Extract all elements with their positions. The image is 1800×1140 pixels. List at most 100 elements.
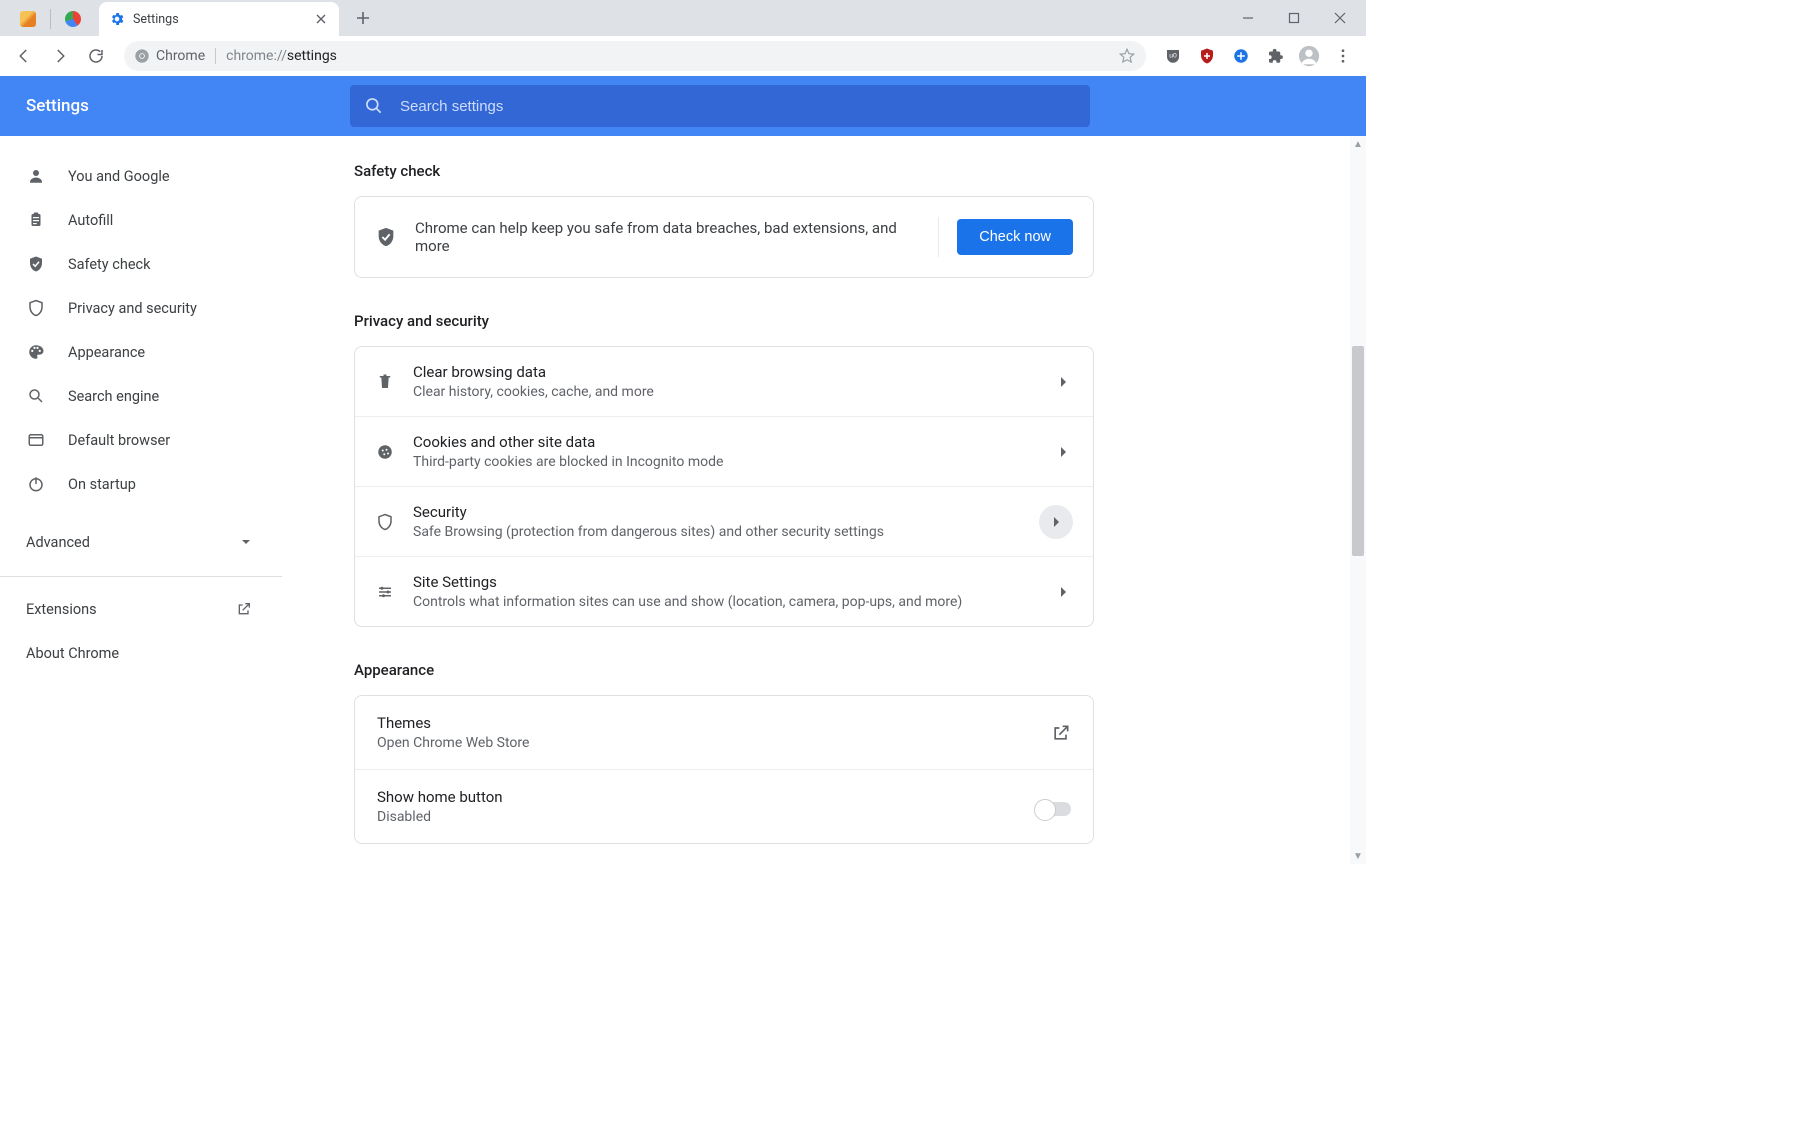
scrollbar-thumb[interactable]: [1352, 346, 1364, 556]
search-icon: [364, 96, 384, 116]
row-title: Site Settings: [413, 573, 1053, 591]
row-sub: Open Chrome Web Store: [377, 735, 1051, 751]
extension-ublock-icon[interactable]: u0: [1162, 45, 1184, 67]
sidebar-item-label: Safety check: [68, 256, 150, 273]
shield-icon: [26, 299, 46, 317]
page-title: Settings: [0, 96, 350, 116]
sidebar-item-privacy[interactable]: Privacy and security: [0, 286, 282, 330]
extension-circle-blue-icon[interactable]: [1230, 45, 1252, 67]
chevron-right-icon: [1053, 447, 1073, 457]
section-title-safety: Safety check: [354, 162, 1094, 180]
row-cookies[interactable]: Cookies and other site dataThird-party c…: [355, 416, 1093, 486]
pinned-separator: [50, 9, 51, 29]
row-sub: Clear history, cookies, cache, and more: [413, 384, 1053, 400]
settings-sidebar: You and Google Autofill Safety check Pri…: [0, 136, 282, 864]
browser-icon: [26, 431, 46, 449]
row-sub: Disabled: [377, 809, 1037, 825]
scroll-down-icon[interactable]: ▼: [1350, 848, 1366, 864]
profile-avatar-icon[interactable]: [1298, 45, 1320, 67]
row-site-settings[interactable]: Site Settings Controls what information s…: [355, 556, 1093, 626]
sidebar-item-label: Privacy and security: [68, 300, 197, 317]
site-chip-label: Chrome: [156, 48, 205, 64]
open-external-icon: [236, 601, 252, 617]
omnibox-sep: [215, 48, 216, 64]
chevron-right-icon: [1053, 377, 1073, 387]
favicon-pin-2: [65, 11, 81, 27]
reload-button[interactable]: [80, 40, 112, 72]
tab-title: Settings: [133, 12, 179, 27]
window-maximize[interactable]: [1280, 4, 1308, 32]
chevron-right-icon: [1053, 587, 1073, 597]
window-minimize[interactable]: [1234, 4, 1262, 32]
sidebar-advanced-toggle[interactable]: Advanced: [0, 520, 282, 564]
extensions-puzzle-icon[interactable]: [1264, 45, 1286, 67]
close-tab-icon[interactable]: [313, 11, 329, 27]
trash-icon: [375, 373, 395, 391]
about-label: About Chrome: [26, 645, 119, 662]
sidebar-item-autofill[interactable]: Autofill: [0, 198, 282, 242]
row-title: Security: [413, 503, 1039, 521]
sidebar-item-default-browser[interactable]: Default browser: [0, 418, 282, 462]
sidebar-extensions-link[interactable]: Extensions: [0, 587, 282, 631]
bookmark-star-icon[interactable]: [1118, 47, 1136, 65]
section-title-appearance: Appearance: [354, 661, 1094, 679]
omnibox[interactable]: Chrome chrome://settings: [124, 41, 1146, 71]
url-scheme: chrome://: [226, 48, 287, 64]
tab-strip: Settings: [0, 0, 1366, 36]
sidebar-item-label: On startup: [68, 476, 136, 493]
check-now-button[interactable]: Check now: [957, 219, 1073, 255]
extensions-label: Extensions: [26, 601, 97, 618]
favicon-pin-1: [20, 11, 36, 27]
safety-check-card: Chrome can help keep you safe from data …: [354, 196, 1094, 278]
scroll-up-icon[interactable]: ▲: [1350, 136, 1366, 152]
cookie-icon: [375, 443, 395, 461]
row-show-home-button[interactable]: Show home button Disabled: [355, 769, 1093, 843]
sidebar-item-label: Autofill: [68, 212, 113, 229]
row-security[interactable]: Security Safe Browsing (protection from d…: [355, 486, 1093, 556]
content-area: Safety check Chrome can help keep you sa…: [282, 136, 1366, 864]
search-icon: [26, 387, 46, 405]
sidebar-item-on-startup[interactable]: On startup: [0, 462, 282, 506]
row-sub: Safe Browsing (protection from dangerous…: [413, 524, 1039, 540]
sidebar-item-appearance[interactable]: Appearance: [0, 330, 282, 374]
row-themes[interactable]: ThemesOpen Chrome Web Store: [355, 696, 1093, 769]
pinned-tab-2[interactable]: [59, 5, 87, 33]
divider: [938, 217, 939, 257]
power-icon: [26, 475, 46, 493]
sidebar-about-link[interactable]: About Chrome: [0, 631, 282, 675]
row-title: Cookies and other site data: [413, 433, 1053, 451]
home-button-toggle[interactable]: [1037, 802, 1071, 816]
advanced-label: Advanced: [26, 534, 90, 551]
search-settings-box[interactable]: [350, 85, 1090, 127]
extension-shield-red-icon[interactable]: [1196, 45, 1218, 67]
sidebar-item-search-engine[interactable]: Search engine: [0, 374, 282, 418]
tab-settings[interactable]: Settings: [99, 2, 339, 36]
clipboard-icon: [26, 211, 46, 229]
settings-header: Settings: [0, 76, 1366, 136]
row-sub: Controls what information sites can use …: [413, 594, 1053, 610]
sidebar-item-you-and-google[interactable]: You and Google: [0, 154, 282, 198]
open-external-icon: [1051, 723, 1071, 743]
safety-check-text: Chrome can help keep you safe from data …: [415, 219, 920, 255]
toolbar: Chrome chrome://settings u0: [0, 36, 1366, 76]
row-clear-browsing-data[interactable]: Clear browsing data Clear history, cookie…: [355, 347, 1093, 416]
forward-button[interactable]: [44, 40, 76, 72]
new-tab-button[interactable]: [349, 4, 377, 32]
sidebar-item-label: You and Google: [68, 168, 170, 185]
sidebar-item-label: Appearance: [68, 344, 145, 361]
svg-text:u0: u0: [1169, 52, 1177, 59]
scrollbar[interactable]: ▲ ▼: [1350, 136, 1366, 864]
kebab-menu-icon[interactable]: [1332, 45, 1354, 67]
row-title: Show home button: [377, 788, 1037, 806]
privacy-card: Clear browsing data Clear history, cookie…: [354, 346, 1094, 627]
sidebar-item-label: Search engine: [68, 388, 159, 405]
site-chip: Chrome: [134, 48, 205, 64]
search-settings-input[interactable]: [400, 98, 1076, 115]
back-button[interactable]: [8, 40, 40, 72]
sidebar-item-safety-check[interactable]: Safety check: [0, 242, 282, 286]
row-title: Clear browsing data: [413, 363, 1053, 381]
chevron-right-hover-icon: [1039, 505, 1073, 539]
pinned-tab-1[interactable]: [14, 5, 42, 33]
shield-check-icon: [375, 226, 397, 248]
window-close[interactable]: [1326, 4, 1354, 32]
